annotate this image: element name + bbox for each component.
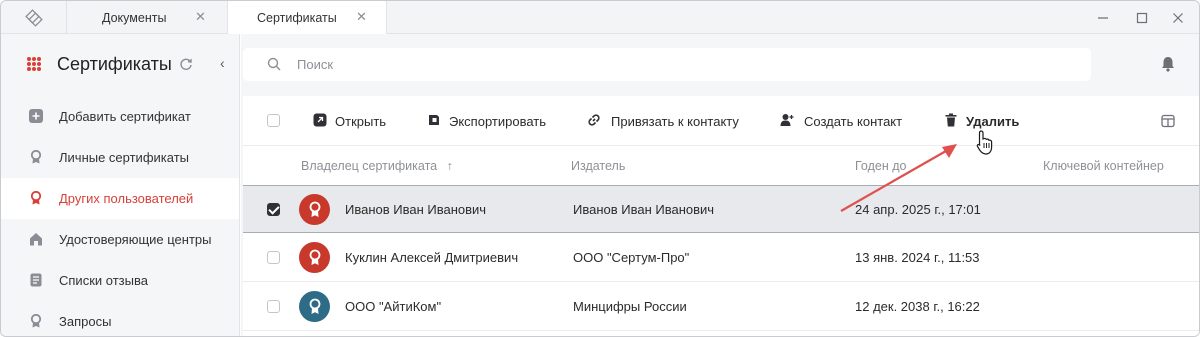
certificates-panel: Открыть Экспортировать Привязать к конта… (243, 96, 1199, 336)
certificate-avatar-icon (299, 291, 330, 322)
create-contact-button[interactable]: Создать контакт (780, 112, 910, 130)
select-all-checkbox[interactable] (267, 114, 280, 127)
tab-certificates[interactable]: Сертификаты ✕ (227, 1, 387, 35)
delete-label: Удалить (966, 114, 1020, 129)
row-checkbox[interactable] (267, 251, 280, 264)
badge-icon (30, 314, 42, 328)
column-owner[interactable]: Владелец сертификата ↑ (301, 159, 453, 173)
sort-ascending-icon[interactable]: ↑ (447, 159, 453, 173)
cell-valid-until: 12 дек. 2038 г., 16:22 (855, 299, 980, 314)
add-user-icon (780, 114, 794, 126)
open-label: Открыть (335, 114, 387, 129)
collapse-sidebar-icon[interactable]: ‹ (220, 55, 225, 71)
sidebar: Сертификаты ‹ Добавить сертификат Личные… (1, 34, 240, 336)
column-owner-label: Владелец сертификата (301, 159, 438, 173)
column-settings-icon[interactable] (1161, 114, 1175, 128)
sidebar-item-label: Личные сертификаты (59, 150, 189, 165)
column-issuer[interactable]: Издатель (571, 159, 625, 173)
export-button[interactable]: Экспортировать (427, 112, 552, 130)
export-icon (429, 115, 439, 125)
cell-owner: Иванов Иван Иванович (345, 202, 487, 217)
column-key-container[interactable]: Ключевой контейнер (1043, 159, 1164, 173)
plus-square-icon (29, 109, 43, 123)
certificate-avatar-icon (299, 194, 330, 225)
bell-icon[interactable] (1161, 56, 1175, 72)
sidebar-item-label: Добавить сертификат (59, 109, 191, 124)
close-window-button[interactable] (1161, 1, 1195, 34)
link-to-contact-button[interactable]: Привязать к контакту (587, 112, 749, 130)
cell-valid-until: 13 янв. 2024 г., 11:53 (855, 250, 980, 265)
link-icon (588, 114, 600, 126)
row-checkbox[interactable] (267, 203, 280, 216)
table-row[interactable]: Куклин Алексей Дмитриевич ООО "Сертум-Пр… (243, 234, 1199, 282)
app-logo-icon (1, 1, 67, 34)
maximize-button[interactable] (1125, 1, 1159, 34)
trash-icon (945, 113, 957, 127)
close-icon[interactable]: ✕ (356, 9, 367, 25)
title-bar: Документы ✕ Сертификаты ✕ (1, 1, 1199, 35)
cell-owner: Куклин Алексей Дмитриевич (345, 250, 519, 265)
open-button[interactable]: Открыть (313, 112, 393, 130)
sidebar-header: Сертификаты ‹ (1, 34, 240, 96)
minimize-button[interactable] (1086, 1, 1120, 34)
sidebar-item-add-certificate[interactable]: Добавить сертификат (1, 96, 239, 137)
search-icon (267, 57, 281, 71)
cell-issuer: Иванов Иван Иванович (573, 202, 715, 217)
sidebar-item-certificate-authorities[interactable]: Удостоверяющие центры (1, 219, 239, 260)
certificate-avatar-icon (299, 242, 330, 273)
sidebar-item-personal-certificates[interactable]: Личные сертификаты (1, 137, 239, 178)
badge-icon (30, 191, 42, 205)
delete-button[interactable]: Удалить (944, 112, 1024, 130)
table-header: Владелец сертификата ↑ Издатель Годен до… (243, 147, 1199, 185)
export-label: Экспортировать (449, 114, 546, 129)
cell-issuer: Минцифры России (573, 299, 687, 314)
open-external-icon (313, 113, 327, 127)
home-icon (30, 233, 42, 246)
sidebar-item-requests[interactable]: Запросы (1, 301, 239, 336)
sidebar-item-revocation-lists[interactable]: Списки отзыва (1, 260, 239, 301)
tab-label: Сертификаты (257, 11, 337, 25)
app-window: Документы ✕ Сертификаты ✕ Сертификаты ‹ (0, 0, 1200, 337)
cell-valid-until: 24 апр. 2025 г., 17:01 (855, 202, 981, 217)
close-icon[interactable]: ✕ (195, 9, 206, 25)
search-input[interactable]: Поиск (243, 48, 1091, 81)
sidebar-item-label: Других пользователей (59, 191, 194, 206)
refresh-icon[interactable] (179, 57, 193, 74)
badge-icon (30, 150, 42, 164)
cell-issuer: ООО "Сертум-Про" (573, 250, 690, 265)
table-row[interactable]: Иванов Иван Иванович Иванов Иван Иванови… (243, 185, 1199, 233)
sidebar-item-label: Запросы (59, 314, 112, 329)
list-doc-icon (30, 273, 42, 287)
tab-label: Документы (102, 11, 167, 25)
search-placeholder: Поиск (297, 57, 334, 72)
link-to-contact-label: Привязать к контакту (611, 114, 739, 129)
sidebar-title: Сертификаты (57, 54, 172, 74)
create-contact-label: Создать контакт (804, 114, 903, 129)
sidebar-item-label: Удостоверяющие центры (59, 232, 212, 247)
toolbar: Открыть Экспортировать Привязать к конта… (243, 96, 1199, 146)
tab-documents[interactable]: Документы ✕ (67, 1, 227, 34)
table-row[interactable]: ООО "АйтиКом" Минцифры России 12 дек. 20… (243, 283, 1199, 331)
row-checkbox[interactable] (267, 300, 280, 313)
column-valid-until[interactable]: Годен до (855, 159, 906, 173)
main-area: Поиск Открыть Экспортировать Привязать к… (241, 34, 1199, 336)
sidebar-item-label: Списки отзыва (59, 273, 148, 288)
sidebar-item-other-users[interactable]: Других пользователей (1, 178, 239, 219)
cell-owner: ООО "АйтиКом" (345, 299, 442, 314)
apps-grid-icon[interactable] (27, 57, 41, 71)
